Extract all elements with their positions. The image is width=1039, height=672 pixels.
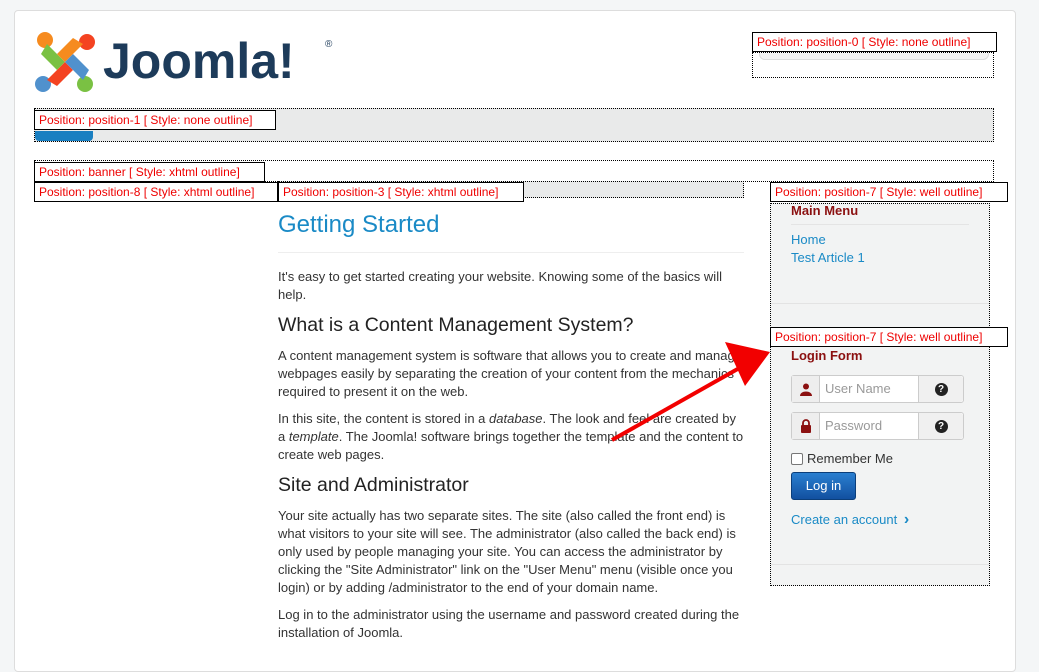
paragraph-site-database: database xyxy=(489,411,543,426)
site-logo-text[interactable]: Joomla! xyxy=(103,30,295,92)
remember-me-label[interactable]: Remember Me xyxy=(807,451,893,466)
annotation-arrow xyxy=(611,342,770,442)
username-input[interactable]: User Name xyxy=(819,376,919,402)
password-help-button[interactable]: ? xyxy=(918,413,963,439)
joomla-logo-icon[interactable] xyxy=(33,30,97,94)
position-3-label: Position: position-3 [ Style: xhtml outl… xyxy=(278,182,524,202)
chevron-right-icon: › xyxy=(903,511,910,528)
paragraph-login: Log in to the administrator using the us… xyxy=(278,607,740,640)
position-1-label: Position: position-1 [ Style: none outli… xyxy=(34,110,276,130)
registered-mark: ® xyxy=(325,39,333,50)
create-account-label: Create an account xyxy=(791,512,898,527)
question-icon: ? xyxy=(934,382,948,396)
position-7-label-login: Position: position-7 [ Style: well outli… xyxy=(770,327,1008,347)
article-title[interactable]: Getting Started xyxy=(278,207,744,243)
main-menu-divider xyxy=(791,224,969,225)
article-intro: It's easy to get started creating your w… xyxy=(278,269,722,302)
position-7-label-menu: Position: position-7 [ Style: well outli… xyxy=(770,182,1008,202)
lock-icon xyxy=(792,413,820,439)
menu-item-test-article-1[interactable]: Test Article 1 xyxy=(791,250,865,265)
banner-label: Position: banner [ Style: xhtml outline] xyxy=(34,162,265,182)
login-form-title: Login Form xyxy=(791,348,863,363)
main-menu-title: Main Menu xyxy=(791,203,859,218)
position-0-outline xyxy=(752,52,994,78)
user-icon xyxy=(792,376,820,402)
username-help-button[interactable]: ? xyxy=(918,376,963,402)
title-divider xyxy=(278,252,744,253)
password-input[interactable]: Password xyxy=(819,413,919,439)
username-field-group: User Name ? xyxy=(791,375,964,403)
password-field-group: Password ? xyxy=(791,412,964,440)
position-8-label: Position: position-8 [ Style: xhtml outl… xyxy=(34,182,278,202)
heading-admin: Site and Administrator xyxy=(278,474,469,496)
question-icon: ? xyxy=(934,419,948,433)
position-0-label: Position: position-0 [ Style: none outli… xyxy=(752,32,997,52)
paragraph-site-a: In this site, the content is stored in a xyxy=(278,411,490,426)
login-button[interactable]: Log in xyxy=(791,472,856,500)
paragraph-site-template: template xyxy=(288,429,339,444)
create-account-link[interactable]: Create an account › xyxy=(791,511,909,529)
menu-item-home[interactable]: Home xyxy=(791,232,826,247)
remember-me-checkbox[interactable] xyxy=(791,453,803,465)
paragraph-admin: Your site actually has two separate site… xyxy=(278,508,736,595)
